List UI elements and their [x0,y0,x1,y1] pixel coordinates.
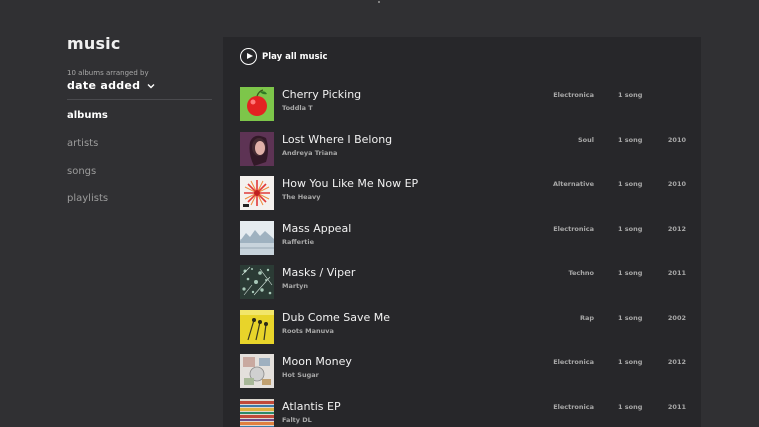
album-year: 2002 [667,313,686,322]
album-song-count: 1 song [618,402,643,411]
album-art-burst [240,176,274,210]
nav-item-albums[interactable]: albums [67,110,108,121]
album-row[interactable]: Atlantis EP Falty DL Electronica 1 song … [223,398,701,427]
album-title: Moon Money [282,355,352,368]
album-artist: The Heavy [282,193,321,201]
album-song-count: 1 song [618,91,643,99]
album-row[interactable]: How You Like Me Now EP The Heavy Alterna… [223,175,701,220]
album-genre: Rap [579,313,594,322]
album-art-yellow [240,309,274,344]
album-row[interactable]: Moon Money Hot Sugar Electronica 1 song … [223,353,701,398]
sort-dropdown[interactable]: date added [67,79,155,92]
album-genre: Techno [568,269,594,277]
play-circle-icon [240,48,257,65]
album-song-count: 1 song [618,269,643,277]
album-list: Cherry Picking Toddla T Electronica 1 so… [223,86,701,427]
album-title: Atlantis EP [282,399,341,413]
album-row[interactable]: Mass Appeal Raffertie Electronica 1 song… [223,220,701,265]
nav-item-artists[interactable]: artists [67,138,98,149]
album-genre: Alternative [553,180,594,188]
album-title: Cherry Picking [282,88,362,101]
album-genre: Electronica [553,358,594,366]
album-year: 2012 [667,358,686,366]
album-year: 2011 [667,402,686,411]
album-song-count: 1 song [618,224,643,233]
album-row[interactable]: Dub Come Save Me Roots Manuva Rap 1 song… [223,309,701,354]
album-art-portrait [240,131,274,166]
album-title: Masks / Viper [282,266,356,279]
album-genre: Electronica [553,91,594,99]
top-indicator-dot [378,1,380,3]
album-title: How You Like Me Now EP [282,177,419,190]
album-title: Lost Where I Belong [282,132,393,146]
album-song-count: 1 song [618,180,643,188]
album-artist: Martyn [282,282,309,290]
album-art-stripes [240,398,274,427]
album-song-count: 1 song [618,135,643,144]
chevron-down-icon [147,83,155,89]
album-panel: Play all music Cherry Picking Toddla T E… [223,37,701,427]
album-art-cherry [240,87,274,121]
album-art-collage [240,354,274,388]
album-row[interactable]: Cherry Picking Toddla T Electronica 1 so… [223,86,701,131]
play-all-button[interactable]: Play all music [240,48,328,65]
arranged-by-caption: 10 albums arranged by [67,69,149,77]
album-song-count: 1 song [618,313,643,322]
album-genre: Soul [577,135,594,144]
sort-value: date added [67,79,141,92]
nav-divider [67,99,212,100]
album-year: 2012 [667,224,686,233]
page-title: music [67,34,121,53]
album-title: Dub Come Save Me [282,310,391,324]
album-year: 2011 [667,269,686,277]
play-all-label: Play all music [262,51,328,62]
album-genre: Electronica [553,402,594,411]
album-art-landscape [240,220,274,255]
album-artist: Hot Sugar [282,371,319,379]
album-artist: Falty DL [282,415,312,424]
nav-item-playlists[interactable]: playlists [67,193,108,204]
album-artist: Raffertie [282,237,315,246]
album-artist: Andreya Triana [282,148,338,157]
album-row[interactable]: Masks / Viper Martyn Techno 1 song 2011 [223,264,701,309]
album-art-pattern [240,265,274,299]
album-year: 2010 [667,180,686,188]
album-year: 2010 [667,135,686,144]
album-row[interactable]: Lost Where I Belong Andreya Triana Soul … [223,131,701,176]
album-song-count: 1 song [618,358,643,366]
nav-item-songs[interactable]: songs [67,166,96,177]
album-artist: Toddla T [282,104,313,112]
album-artist: Roots Manuva [282,326,334,335]
album-genre: Electronica [553,224,594,233]
album-title: Mass Appeal [282,221,352,235]
